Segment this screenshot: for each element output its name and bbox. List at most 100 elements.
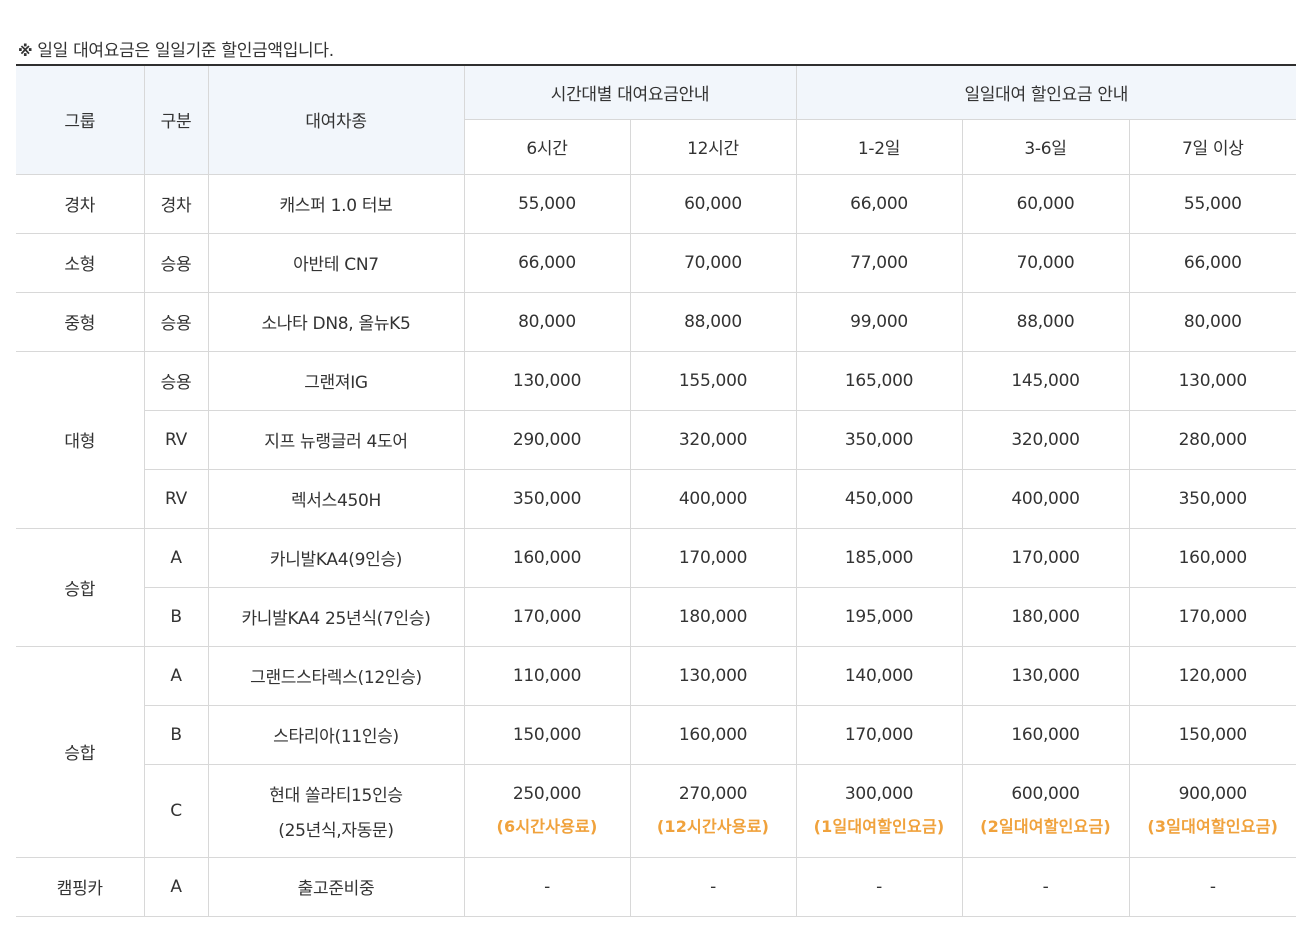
cell-1-2d: 140,000 bbox=[795, 645, 963, 706]
cell-7d-plus: 80,000 bbox=[1128, 291, 1297, 352]
price-note: (6시간사용료) bbox=[496, 817, 598, 836]
cell-3-6d: 88,000 bbox=[961, 291, 1130, 352]
cell-7d-plus: 120,000 bbox=[1128, 645, 1297, 706]
cell-model: 현대 쏠라티15인승 (25년식,자동문) bbox=[207, 763, 465, 858]
price-value: 300,000 bbox=[844, 784, 914, 804]
cell-6h: 170,000 bbox=[463, 586, 631, 647]
header-7d-plus: 7일 이상 bbox=[1128, 118, 1297, 175]
table-header-row: 그룹 구분 대여차종 시간대별 대여요금안내 일일대여 할인요금 안내 bbox=[16, 64, 1297, 175]
table-row: 승합 A 카니발KA4(9인승) 160,000 170,000 185,000… bbox=[16, 527, 1297, 647]
cell-1-2d: - bbox=[795, 856, 963, 917]
price-value: 270,000 bbox=[678, 784, 748, 804]
price-value: 900,000 bbox=[1178, 784, 1248, 804]
header-12h: 12시간 bbox=[629, 118, 797, 175]
rate-notice-text: 일일 대여요금은 일일기준 할인금액입니다. bbox=[37, 41, 334, 61]
table-row: 소형 승용 아반테 CN7 66,000 70,000 77,000 70,00… bbox=[16, 232, 1297, 293]
cell-3-6d: - bbox=[961, 856, 1130, 917]
cell-model: 출고준비중 bbox=[207, 856, 465, 917]
cell-12h: 270,000 (12시간사용료) bbox=[629, 763, 797, 858]
cell-group: 캠핑카 bbox=[16, 856, 145, 917]
model-detail: (25년식,자동문) bbox=[278, 820, 394, 841]
header-3-6d: 3-6일 bbox=[961, 118, 1130, 175]
cell-6h: 80,000 bbox=[463, 291, 631, 352]
model-name: 현대 쏠라티15인승 bbox=[269, 785, 403, 806]
cell-12h: 180,000 bbox=[629, 586, 797, 647]
cell-12h: 60,000 bbox=[629, 173, 797, 234]
cell-12h: 170,000 bbox=[629, 527, 797, 588]
cell-category: 경차 bbox=[143, 173, 209, 234]
header-1-2d: 1-2일 bbox=[795, 118, 963, 175]
cell-7d-plus: 900,000 (3일대여할인요금) bbox=[1128, 763, 1297, 858]
cell-model: 스타리아(11인승) bbox=[207, 704, 465, 765]
cell-3-6d: 170,000 bbox=[961, 527, 1130, 588]
header-hourly-rates: 시간대별 대여요금안내 bbox=[463, 64, 797, 120]
cell-category: RV bbox=[144, 468, 209, 529]
table-row: RV 지프 뉴랭글러 4도어 290,000 320,000 350,000 3… bbox=[16, 409, 1297, 470]
cell-1-2d: 450,000 bbox=[795, 468, 963, 529]
cell-12h: - bbox=[629, 856, 797, 917]
cell-12h: 130,000 bbox=[629, 645, 797, 706]
header-model: 대여차종 bbox=[207, 64, 465, 175]
cell-model: 지프 뉴랭글러 4도어 bbox=[207, 409, 465, 470]
cell-7d-plus: 150,000 bbox=[1128, 704, 1297, 765]
cell-1-2d: 77,000 bbox=[795, 232, 963, 293]
cell-category: 승용 bbox=[143, 350, 209, 411]
header-group: 그룹 bbox=[16, 64, 145, 175]
price-note: (3일대여할인요금) bbox=[1147, 817, 1279, 836]
cell-3-6d: 60,000 bbox=[961, 173, 1130, 234]
cell-model: 아반테 CN7 bbox=[207, 232, 465, 293]
cell-6h: 66,000 bbox=[463, 232, 631, 293]
cell-3-6d: 130,000 bbox=[961, 645, 1130, 706]
cell-group: 대형 bbox=[16, 350, 145, 529]
table-row: B 카니발KA4 25년식(7인승) 170,000 180,000 195,0… bbox=[16, 586, 1297, 647]
cell-category: A bbox=[143, 527, 209, 588]
cell-group: 승합 bbox=[16, 645, 145, 858]
cell-1-2d: 165,000 bbox=[795, 350, 963, 411]
table-row: 대형 승용 그랜져IG 130,000 155,000 165,000 145,… bbox=[16, 350, 1297, 529]
cell-group: 경차 bbox=[16, 173, 145, 234]
cell-category: C bbox=[144, 763, 209, 858]
cell-7d-plus: 66,000 bbox=[1128, 232, 1297, 293]
table-row: 경차 경차 캐스퍼 1.0 터보 55,000 60,000 66,000 60… bbox=[16, 173, 1297, 234]
cell-3-6d: 600,000 (2일대여할인요금) bbox=[961, 763, 1130, 858]
table-row: 캠핑카 A 출고준비중 - - - - - bbox=[16, 856, 1297, 917]
cell-model: 캐스퍼 1.0 터보 bbox=[207, 173, 465, 234]
cell-1-2d: 66,000 bbox=[795, 173, 963, 234]
cell-6h: 55,000 bbox=[463, 173, 631, 234]
reference-mark: ※ bbox=[18, 42, 33, 60]
cell-6h: 250,000 (6시간사용료) bbox=[463, 763, 631, 858]
table-row: B 스타리아(11인승) 150,000 160,000 170,000 160… bbox=[16, 704, 1297, 765]
price-value: 250,000 bbox=[512, 784, 582, 804]
cell-group: 소형 bbox=[16, 232, 145, 293]
cell-7d-plus: 170,000 bbox=[1128, 586, 1297, 647]
cell-1-2d: 170,000 bbox=[795, 704, 963, 765]
price-value: 600,000 bbox=[1011, 784, 1080, 804]
header-category: 구분 bbox=[143, 64, 209, 175]
cell-3-6d: 180,000 bbox=[961, 586, 1130, 647]
cell-6h: 350,000 bbox=[463, 468, 631, 529]
cell-category: 승용 bbox=[143, 232, 209, 293]
cell-3-6d: 70,000 bbox=[961, 232, 1130, 293]
cell-6h: 160,000 bbox=[463, 527, 631, 588]
table-row: 중형 승용 소나타 DN8, 올뉴K5 80,000 88,000 99,000… bbox=[16, 291, 1297, 352]
cell-6h: 290,000 bbox=[463, 409, 631, 470]
rate-notice: ※ 일일 대여요금은 일일기준 할인금액입니다. bbox=[18, 36, 334, 61]
cell-group: 승합 bbox=[16, 527, 145, 647]
cell-model: 소나타 DN8, 올뉴K5 bbox=[207, 291, 465, 352]
cell-1-2d: 350,000 bbox=[795, 409, 963, 470]
price-note: (12시간사용료) bbox=[656, 817, 770, 836]
cell-7d-plus: 350,000 bbox=[1128, 468, 1297, 529]
cell-category: 승용 bbox=[143, 291, 209, 352]
price-note: (2일대여할인요금) bbox=[980, 817, 1111, 836]
cell-group: 중형 bbox=[16, 291, 145, 352]
cell-12h: 160,000 bbox=[629, 704, 797, 765]
cell-7d-plus: 130,000 bbox=[1128, 350, 1297, 411]
header-6h: 6시간 bbox=[464, 118, 631, 175]
cell-category: B bbox=[144, 704, 209, 765]
cell-6h: 110,000 bbox=[463, 645, 631, 706]
cell-category: A bbox=[143, 645, 209, 706]
cell-7d-plus: 160,000 bbox=[1128, 527, 1297, 588]
cell-7d-plus: 55,000 bbox=[1128, 173, 1297, 234]
cell-12h: 155,000 bbox=[629, 350, 797, 411]
cell-12h: 320,000 bbox=[629, 409, 797, 470]
